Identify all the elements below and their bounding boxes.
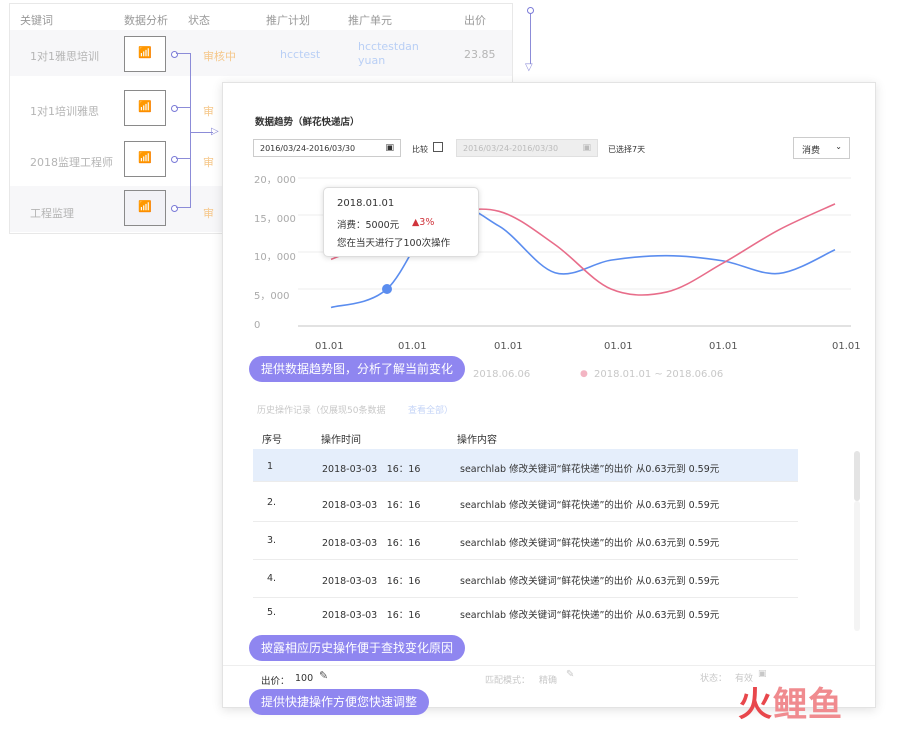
quick-action-callout-tag: 提供快捷操作方便您快速调整 <box>249 689 430 715</box>
status-cell: 审 <box>203 156 214 169</box>
connector-line <box>176 53 190 54</box>
history-content: searchlab 修改关键词“鲜花快递”的出价 从0.63元到 0.59元 <box>460 538 720 549</box>
view-all-link[interactable]: 查看全部） <box>408 403 453 416</box>
connector-dot <box>527 7 534 14</box>
tooltip-change: ▲3% <box>412 217 435 228</box>
history-callout-tag: 披露相应历史操作便于查找变化原因 <box>249 635 466 661</box>
history-row[interactable]: 2. 2018-03-03 16：16 searchlab 修改关键词“鲜花快递… <box>253 485 798 522</box>
bar-chart-icon: 📶 <box>138 200 152 213</box>
history-header-content: 操作内容 <box>457 435 497 446</box>
history-time: 2018-03-03 16：16 <box>322 610 421 621</box>
status-cell: 审 <box>203 105 214 118</box>
x-tick-label: 01.01 <box>709 341 738 352</box>
col-header-plan: 推广计划 <box>266 14 310 27</box>
bar-chart-icon: 📶 <box>138 151 152 164</box>
col-header-unit: 推广单元 <box>348 14 392 27</box>
scrollbar-track <box>854 501 860 631</box>
history-time: 2018-03-03 16：16 <box>322 500 421 511</box>
match-value: 精确 <box>539 676 558 686</box>
connector-line <box>530 14 531 64</box>
watermark-logo: 火鲤鱼 <box>738 685 843 725</box>
history-scrollbar[interactable] <box>854 451 860 501</box>
plan-cell[interactable]: hcctest <box>280 48 320 61</box>
highlight-point[interactable] <box>382 284 392 294</box>
status-cell: 审 <box>203 207 214 220</box>
connector-line <box>191 132 213 133</box>
history-time: 2018-03-03 16：16 <box>322 576 421 587</box>
keyword-cell: 1对1培训雅思 <box>30 105 99 118</box>
history-content: searchlab 修改关键词“鲜花快递”的出价 从0.63元到 0.59元 <box>460 500 720 511</box>
x-tick-label: 01.01 <box>832 341 861 352</box>
pause-icon[interactable]: ▣ <box>758 669 767 679</box>
bid-label: 出价： <box>261 676 290 687</box>
legend-dot: ● <box>580 369 588 379</box>
bar-chart-icon: 📶 <box>138 100 152 113</box>
history-content: searchlab 修改关键词“鲜花快递”的出价 从0.63元到 0.59元 <box>460 464 720 475</box>
col-header-price: 出价 <box>464 14 486 27</box>
data-analysis-button[interactable]: 📶 <box>124 36 166 72</box>
edit-icon[interactable]: ✎ <box>319 669 328 682</box>
unit-cell[interactable]: hcctestdanyuan <box>358 40 424 68</box>
bid-value: 100 <box>295 673 314 684</box>
arrow-right-icon: ▷ <box>211 126 219 137</box>
x-tick-label: 01.01 <box>315 341 344 352</box>
status-label: 状态： <box>700 674 728 684</box>
history-caption: 历史操作记录（仅展现50条数据 <box>257 406 386 416</box>
x-tick-label: 01.01 <box>604 341 633 352</box>
history-no: 5. <box>267 607 277 618</box>
data-analysis-button[interactable]: 📶 <box>124 190 166 226</box>
connector-line <box>176 107 190 108</box>
history-content: searchlab 修改关键词“鲜花快递”的出价 从0.63元到 0.59元 <box>460 610 720 621</box>
col-header-analysis: 数据分析 <box>124 14 168 27</box>
history-time: 2018-03-03 16：16 <box>322 464 421 475</box>
chart-tooltip: 2018.01.01 消费：5000元 ▲3% 您在当天进行了100次操作 <box>323 187 479 257</box>
bar-chart-icon: 📶 <box>138 46 152 59</box>
history-header-time: 操作时间 <box>321 435 361 446</box>
data-analysis-button[interactable]: 📶 <box>124 141 166 177</box>
tooltip-date: 2018.01.01 <box>337 198 395 209</box>
history-row[interactable]: 4. 2018-03-03 16：16 searchlab 修改关键词“鲜花快递… <box>253 561 798 598</box>
data-analysis-button[interactable]: 📶 <box>124 90 166 126</box>
connector-line <box>190 53 191 208</box>
history-row[interactable]: 1 2018-03-03 16：16 searchlab 修改关键词“鲜花快递”… <box>253 449 798 482</box>
history-content: searchlab 修改关键词“鲜花快递”的出价 从0.63元到 0.59元 <box>460 576 720 587</box>
status-cell: 审核中 <box>203 50 236 63</box>
keyword-cell: 工程监理 <box>30 207 74 220</box>
history-no: 2. <box>267 497 277 508</box>
tooltip-cost: 消费：5000元 <box>337 220 400 231</box>
trend-chart <box>298 177 851 327</box>
history-row[interactable]: 3. 2018-03-03 16：16 searchlab 修改关键词“鲜花快递… <box>253 523 798 560</box>
history-no: 3. <box>267 535 277 546</box>
match-label: 匹配模式： <box>485 676 531 686</box>
connector-line <box>176 158 190 159</box>
keyword-cell: 1对1雅思培训 <box>30 50 99 63</box>
history-no: 1 <box>267 461 274 472</box>
legend-item: 2018.01.01 ~ 2018.06.06 <box>594 369 724 380</box>
col-header-status: 状态 <box>188 14 210 27</box>
arrow-down-icon: ▽ <box>525 62 533 73</box>
divider <box>223 665 875 666</box>
x-tick-label: 01.01 <box>398 341 427 352</box>
legend-item: 2018.06.06 <box>473 369 531 380</box>
keyword-cell: 2018监理工程师 <box>30 156 113 169</box>
col-header-keyword: 关键词 <box>20 14 53 27</box>
history-no: 4. <box>267 573 277 584</box>
history-header-no: 序号 <box>262 435 282 446</box>
x-tick-label: 01.01 <box>494 341 523 352</box>
price-cell: 23.85 <box>464 48 496 61</box>
history-row[interactable]: 5. 2018-03-03 16：16 searchlab 修改关键词“鲜花快递… <box>253 595 798 631</box>
history-time: 2018-03-03 16：16 <box>322 538 421 549</box>
connector-line <box>176 207 190 208</box>
data-trend-panel: 数据趋势（鲜花快递店） 2016/03/24-2016/03/30 ▣ 比较 2… <box>222 82 876 715</box>
edit-icon[interactable]: ✎ <box>566 669 574 680</box>
tooltip-ops: 您在当天进行了100次操作 <box>337 238 451 249</box>
status-value: 有效 <box>735 674 754 684</box>
trend-callout-tag: 提供数据趋势图，分析了解当前变化 <box>249 356 466 382</box>
